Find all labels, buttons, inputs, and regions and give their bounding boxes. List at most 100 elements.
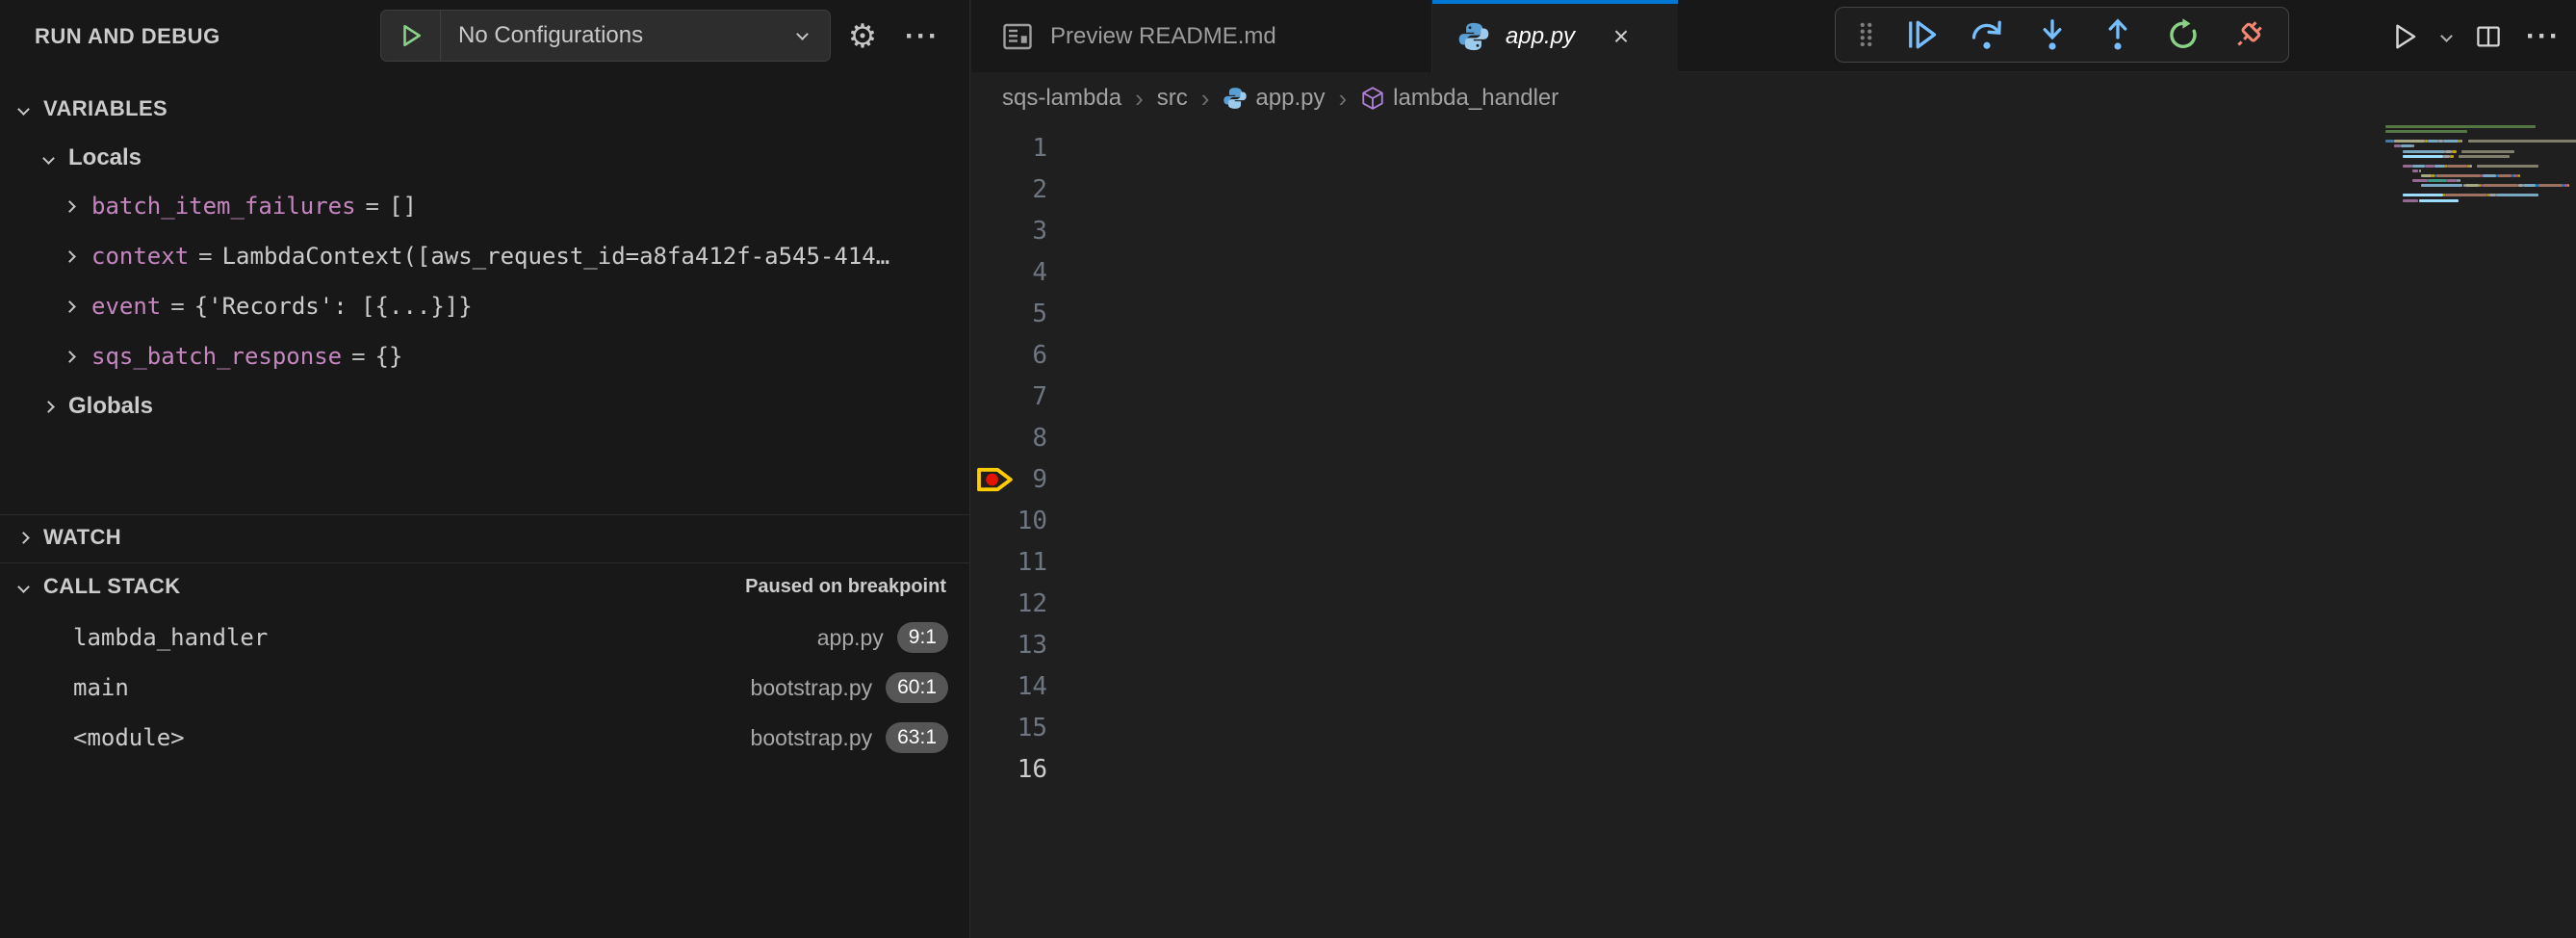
- breadcrumb: sqs-lambda › src › app.py › lambda_handl…: [971, 73, 2576, 123]
- minimap-hint: [2468, 140, 2576, 143]
- minimap-line: [2518, 184, 2523, 187]
- minimap-line: [2403, 150, 2445, 153]
- minimap-line: [2447, 165, 2467, 168]
- disconnect-icon[interactable]: [2223, 12, 2275, 58]
- minimap-line: [2412, 165, 2426, 168]
- step-over-icon[interactable]: [1961, 12, 2013, 58]
- line-number: 4: [990, 252, 1047, 294]
- continue-icon[interactable]: [1895, 12, 1947, 58]
- variable-row[interactable]: context=LambdaContext([aws_request_id=a8…: [0, 233, 969, 279]
- scope-locals[interactable]: Locals: [0, 135, 969, 181]
- minimap-line: [2428, 179, 2448, 182]
- minimap-line: [2428, 140, 2439, 143]
- tab-app-py[interactable]: app.py ×: [1432, 0, 1678, 73]
- breadcrumb-separator: ›: [1201, 84, 1210, 114]
- line-number: 12: [990, 584, 1047, 625]
- minimap-line: [2538, 184, 2563, 187]
- breadcrumb-item[interactable]: app.py: [1223, 85, 1325, 112]
- variable-value: LambdaContext([aws_request_id=a8fa412f-a…: [222, 243, 890, 270]
- minimap-line: [2460, 140, 2462, 143]
- frame-name: <module>: [73, 724, 751, 751]
- minimap-line: [2403, 155, 2442, 158]
- line-number: 16: [990, 749, 1047, 791]
- run-python-file-icon[interactable]: [2383, 10, 2427, 64]
- scope-globals[interactable]: Globals: [0, 383, 969, 430]
- equals-sign: =: [198, 243, 212, 270]
- variable-row[interactable]: batch_item_failures=[]: [0, 183, 969, 229]
- launch-config-dropdown[interactable]: No Configurations: [380, 10, 831, 62]
- minimap-line: [2436, 174, 2481, 177]
- variable-name: batch_item_failures: [91, 193, 356, 220]
- stack-frame-row[interactable]: lambda_handlerapp.py9:1: [0, 614, 969, 661]
- step-into-icon[interactable]: [2026, 12, 2078, 58]
- line-number: 10: [990, 501, 1047, 542]
- sidebar-title: RUN AND DEBUG: [35, 24, 220, 49]
- minimap-line: [2394, 144, 2401, 147]
- minimap-hint: [2459, 155, 2510, 158]
- call-stack-section-header[interactable]: CALL STACK Paused on breakpoint: [0, 566, 969, 607]
- minimap-line: [2419, 169, 2421, 172]
- minimap-line: [2412, 144, 2414, 147]
- variable-row[interactable]: sqs_batch_response={}: [0, 333, 969, 379]
- stack-frame-row[interactable]: mainbootstrap.py60:1: [0, 664, 969, 711]
- gear-icon[interactable]: ⚙: [836, 0, 889, 72]
- breadcrumb-item[interactable]: lambda_handler: [1360, 85, 1558, 112]
- watch-section-header[interactable]: WATCH: [0, 517, 969, 558]
- chevron-right-icon: [64, 250, 76, 263]
- step-out-icon[interactable]: [2092, 12, 2144, 58]
- minimap-line: [2489, 194, 2496, 196]
- symbol-function-icon: [1360, 86, 1385, 111]
- line-number: 11: [990, 542, 1047, 584]
- line-number: 6: [990, 335, 1047, 377]
- minimap-hint: [2477, 165, 2538, 168]
- tab-label: app.py: [1506, 23, 1575, 50]
- minimap-line: [2483, 174, 2496, 177]
- minimap-line: [2385, 130, 2467, 133]
- minimap-line: [2469, 165, 2471, 168]
- close-icon[interactable]: ×: [1602, 17, 1640, 56]
- minimap-line: [2425, 165, 2434, 168]
- stack-frame-row[interactable]: <module>bootstrap.py63:1: [0, 715, 969, 761]
- section-divider: [0, 562, 969, 563]
- line-number: 2: [990, 169, 1047, 211]
- drag-handle-icon[interactable]: [1849, 12, 1882, 58]
- restart-icon[interactable]: [2157, 12, 2209, 58]
- more-actions-icon[interactable]: ···: [893, 0, 951, 72]
- breadcrumb-separator: ›: [1338, 84, 1347, 114]
- breadcrumb-item[interactable]: sqs-lambda: [1002, 85, 1121, 112]
- scope-label: Globals: [68, 393, 153, 420]
- chevron-down-icon: [42, 152, 55, 165]
- run-dropdown-chevron-icon[interactable]: [2434, 10, 2459, 64]
- frame-file: bootstrap.py: [751, 725, 873, 751]
- minimap-line: [2465, 184, 2479, 187]
- breakpoint-current-line-icon[interactable]: [973, 463, 1018, 496]
- minimap-hint: [2461, 150, 2514, 153]
- editor-group: Preview README.md app.py ×: [971, 0, 2576, 938]
- scope-label: Locals: [68, 144, 142, 171]
- split-editor-icon[interactable]: [2466, 10, 2511, 64]
- chevron-right-icon: [42, 401, 55, 413]
- start-debug-icon[interactable]: [381, 11, 441, 61]
- variables-section-header[interactable]: VARIABLES: [0, 89, 969, 129]
- frame-name: lambda_handler: [73, 624, 817, 651]
- minimap-line: [2443, 140, 2459, 143]
- breadcrumb-item[interactable]: src: [1157, 85, 1188, 112]
- python-icon: [1223, 86, 1248, 111]
- equals-sign: =: [366, 193, 379, 220]
- minimap-line: [2421, 174, 2433, 177]
- frame-position-badge: 60:1: [886, 672, 948, 703]
- chevron-right-icon: [64, 351, 76, 363]
- variable-row[interactable]: event={'Records': [{...}]}: [0, 283, 969, 329]
- more-actions-icon[interactable]: ···: [2518, 10, 2568, 64]
- minimap-line: [2496, 194, 2538, 196]
- chevron-down-icon: [17, 581, 30, 593]
- frame-file: app.py: [817, 625, 884, 651]
- minimap-line: [2523, 184, 2537, 187]
- tab-preview-readme[interactable]: Preview README.md: [971, 0, 1432, 72]
- minimap-line: [2434, 165, 2446, 168]
- minimap[interactable]: [2385, 125, 2574, 443]
- variable-value: {}: [375, 343, 403, 370]
- minimap-line: [2421, 184, 2463, 187]
- minimap-line: [2450, 155, 2455, 158]
- minimap-line: [2403, 194, 2442, 196]
